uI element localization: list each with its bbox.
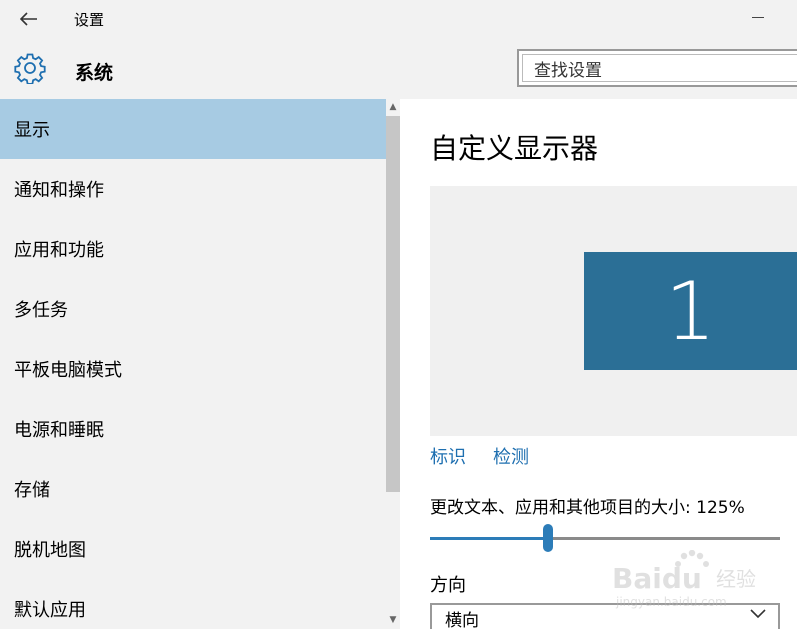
section-title: 系统 (75, 62, 114, 84)
scrollbar-thumb[interactable] (386, 116, 400, 492)
orientation-label: 方向 (430, 575, 466, 596)
sidebar-item-label: 存储 (14, 480, 50, 501)
sidebar-item-label: 平板电脑模式 (14, 360, 122, 381)
sidebar-item-display[interactable]: 显示 (0, 99, 386, 159)
scale-slider-thumb[interactable] (542, 524, 553, 552)
page-title: 自定义显示器 (430, 132, 599, 165)
scroll-up-icon[interactable]: ▲ (386, 100, 400, 114)
search-input[interactable]: 查找设置 (522, 54, 797, 82)
sidebar-item-tablet-mode[interactable]: 平板电脑模式 (0, 339, 386, 399)
watermark-brand: Baidu (612, 562, 702, 595)
sidebar-item-offline-maps[interactable]: 脱机地图 (0, 519, 386, 579)
watermark-suffix: 经验 (716, 567, 756, 591)
sidebar-item-label: 显示 (14, 120, 50, 141)
search-box[interactable]: 查找设置 (517, 49, 797, 87)
monitor-number: 1 (665, 264, 716, 358)
sidebar-item-label: 多任务 (14, 300, 68, 321)
sidebar-item-default-apps[interactable]: 默认应用 (0, 579, 386, 629)
sidebar-item-apps-features[interactable]: 应用和功能 (0, 219, 386, 279)
detect-link[interactable]: 检测 (493, 443, 529, 469)
baidu-watermark-logo: Baidu 经验 jingyan.baidu.com (612, 550, 756, 609)
sidebar-item-label: 应用和功能 (14, 240, 104, 261)
sidebar-item-label: 通知和操作 (14, 180, 104, 201)
back-arrow-icon (20, 12, 37, 26)
app-title: 设置 (74, 11, 105, 29)
gear-icon (14, 53, 46, 84)
sidebar-item-label: 默认应用 (14, 600, 86, 621)
identify-link[interactable]: 标识 (430, 443, 466, 469)
sidebar-item-notifications[interactable]: 通知和操作 (0, 159, 386, 219)
monitor-tile[interactable]: 1 (584, 252, 797, 370)
title-bar: 设置 (0, 0, 797, 40)
back-button[interactable] (14, 6, 44, 32)
sidebar-item-label: 电源和睡眠 (14, 420, 104, 441)
orientation-value: 横向 (445, 610, 479, 629)
sidebar-item-label: 脱机地图 (14, 540, 86, 561)
scale-label: 更改文本、应用和其他项目的大小: 125% (430, 498, 745, 518)
watermark-url: jingyan.baidu.com (615, 595, 727, 609)
minimize-icon[interactable] (752, 17, 764, 18)
scroll-down-icon[interactable]: ▼ (386, 613, 400, 627)
sidebar-item-multitasking[interactable]: 多任务 (0, 279, 386, 339)
scale-slider-fill (430, 537, 548, 540)
sidebar-item-power-sleep[interactable]: 电源和睡眠 (0, 399, 386, 459)
chevron-down-icon (750, 609, 766, 619)
sidebar-item-storage[interactable]: 存储 (0, 459, 386, 519)
